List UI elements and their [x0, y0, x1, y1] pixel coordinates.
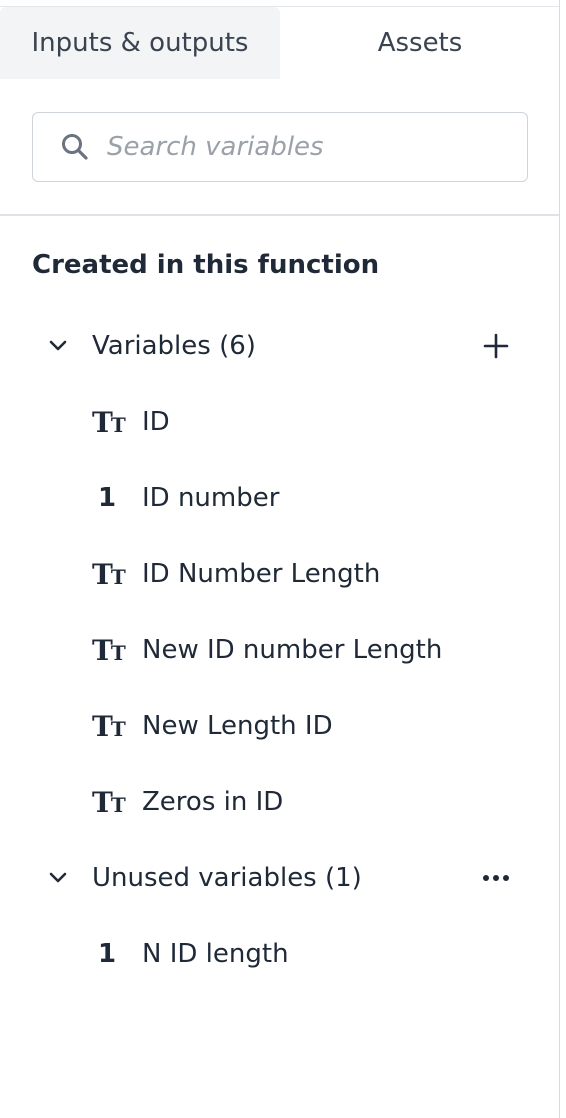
variable-name: Zeros in ID	[142, 787, 284, 817]
variables-panel: Inputs & outputs Assets Created in this …	[0, 0, 560, 1118]
variable-name: ID Number Length	[142, 559, 381, 589]
group-unused-header[interactable]: Unused variables (1)	[44, 854, 514, 902]
text-type-icon: TT	[92, 633, 126, 667]
variable-row-new-length-id[interactable]: TT New Length ID	[92, 702, 532, 750]
variable-name: ID	[142, 407, 170, 437]
variable-name: New ID number Length	[142, 635, 443, 665]
variable-row-id-number[interactable]: 1 ID number	[92, 474, 532, 522]
variable-row-n-id-length[interactable]: 1 N ID length	[92, 930, 532, 978]
text-type-icon: TT	[92, 557, 126, 591]
text-type-icon: TT	[92, 709, 126, 743]
group-variables-label: Variables (6)	[92, 331, 256, 361]
number-type-icon: 1	[98, 939, 117, 969]
chevron-down-icon	[49, 872, 67, 883]
search-icon	[62, 134, 88, 160]
variable-row-zeros-in-id[interactable]: TT Zeros in ID	[92, 778, 532, 826]
group-unused-label: Unused variables (1)	[92, 863, 362, 893]
plus-icon	[483, 333, 509, 359]
variable-name: New Length ID	[142, 711, 333, 741]
more-options-button[interactable]	[478, 860, 514, 896]
divider	[0, 214, 559, 216]
chevron-down-icon	[49, 340, 67, 351]
search-input[interactable]	[107, 122, 507, 172]
search-box[interactable]	[32, 112, 528, 182]
text-type-icon: TT	[92, 405, 126, 439]
tab-assets[interactable]: Assets	[280, 7, 559, 79]
variable-row-id[interactable]: TT ID	[92, 398, 532, 446]
tab-bar: Inputs & outputs Assets	[0, 7, 559, 79]
more-icon	[483, 875, 509, 881]
tab-inputs-outputs[interactable]: Inputs & outputs	[0, 7, 280, 79]
variable-row-id-number-length[interactable]: TT ID Number Length	[92, 550, 532, 598]
add-variable-button[interactable]	[478, 328, 514, 364]
variable-name: ID number	[142, 483, 280, 513]
number-type-icon: 1	[98, 483, 117, 513]
section-title: Created in this function	[32, 250, 380, 280]
group-variables-header[interactable]: Variables (6)	[44, 322, 514, 370]
text-type-icon: TT	[92, 785, 126, 819]
variable-row-new-id-number-length[interactable]: TT New ID number Length	[92, 626, 532, 674]
variable-name: N ID length	[142, 939, 289, 969]
